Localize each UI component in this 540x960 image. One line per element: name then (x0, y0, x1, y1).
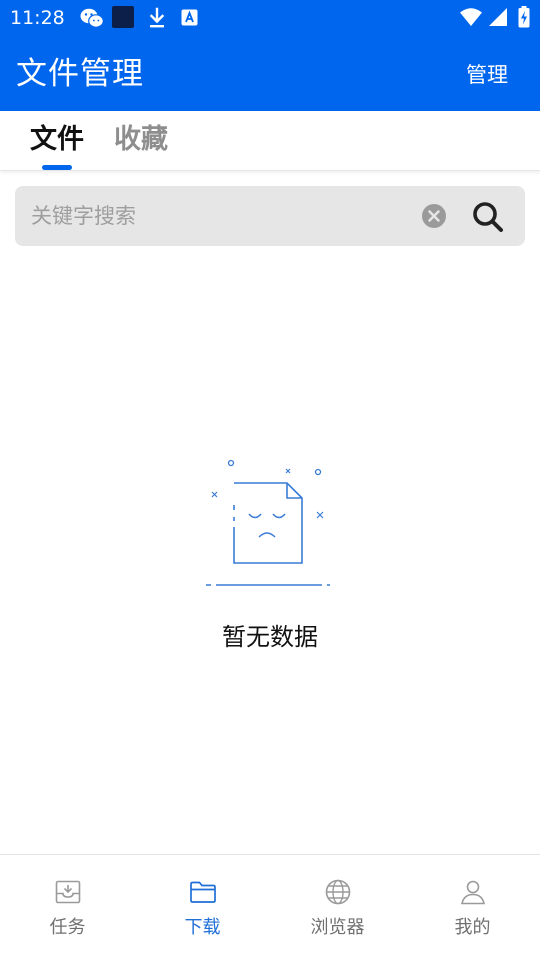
inbox-download-icon (55, 880, 81, 904)
nav-item-profile[interactable]: 我的 (405, 855, 540, 960)
wechat-icon (80, 8, 104, 28)
app-bar: 文件管理 管理 (0, 36, 540, 111)
status-time: 11:28 (10, 7, 65, 29)
globe-icon (325, 879, 351, 905)
tab-bar: 文件 收藏 (0, 111, 540, 171)
a-badge-icon (181, 9, 198, 26)
folder-icon (190, 881, 216, 903)
battery-charging-icon (518, 6, 530, 28)
signal-icon (489, 8, 507, 26)
bottom-nav: 任务 下载 浏览器 我的 (0, 854, 540, 960)
empty-document-icon (206, 459, 330, 586)
manage-button[interactable]: 管理 (466, 61, 508, 89)
nav-item-downloads[interactable]: 下载 (135, 855, 270, 960)
nav-label-downloads: 下载 (184, 917, 221, 938)
search-bar (15, 186, 525, 246)
nav-item-browser[interactable]: 浏览器 (270, 855, 405, 960)
wifi-icon (460, 8, 482, 26)
search-icon[interactable] (471, 200, 505, 234)
clear-icon[interactable] (422, 204, 446, 228)
empty-state-message: 暂无数据 (222, 623, 318, 651)
square-app-icon (112, 6, 134, 28)
search-input[interactable] (15, 186, 415, 246)
tab-favorites[interactable]: 收藏 (114, 123, 168, 157)
page-title: 文件管理 (16, 56, 144, 92)
person-icon (461, 880, 485, 905)
tab-indicator (42, 165, 72, 170)
nav-label-tasks: 任务 (49, 917, 86, 938)
nav-label-browser: 浏览器 (310, 917, 365, 938)
nav-item-tasks[interactable]: 任务 (0, 855, 135, 960)
status-bar: 11:28 (0, 0, 540, 36)
nav-label-profile: 我的 (454, 917, 491, 938)
tab-files[interactable]: 文件 (30, 123, 84, 157)
download-icon (149, 7, 165, 28)
